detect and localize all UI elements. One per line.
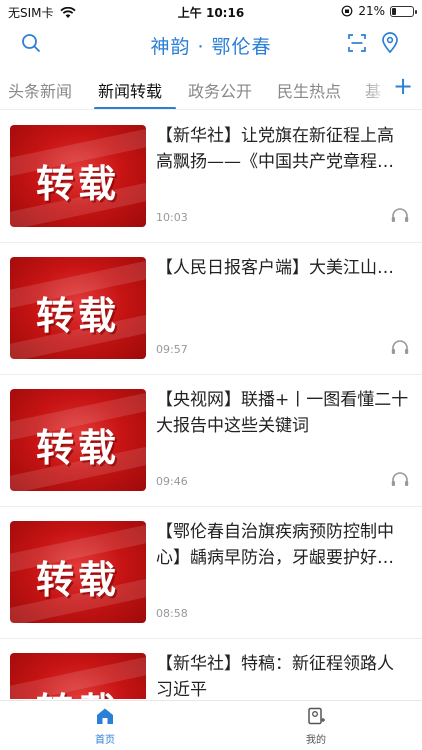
news-headline: 【央视网】联播+丨一图看懂二十大报告中这些关键词 (156, 390, 409, 436)
news-time: 08:58 (156, 607, 188, 620)
news-item[interactable]: 转载 【新华社】让党旗在新征程上高高飘扬——《中国共产党章程… 10:03 (0, 111, 422, 243)
news-item[interactable]: 转载 【鄂伦春自治旗疾病预防控制中心】龋病早防治，牙龈要护好… 08:58 (0, 507, 422, 639)
headphones-icon[interactable] (390, 207, 410, 223)
category-tabs: 头条新闻 新闻转载 政务公开 民生热点 基 + (0, 68, 422, 110)
headphones-icon[interactable] (390, 339, 410, 355)
scan-icon (348, 34, 366, 52)
location-button[interactable] (377, 30, 403, 56)
nav-home[interactable]: 首页 (75, 707, 135, 746)
app-header: 神韵 · 鄂伦春 (0, 22, 422, 66)
tab-livelihood-hotspots[interactable]: 民生热点 (277, 78, 341, 102)
news-thumbnail: 转载 (10, 653, 146, 699)
news-thumbnail: 转载 (10, 257, 146, 359)
nav-mine-label: 我的 (306, 735, 326, 746)
news-headline: 【人民日报客户端】大美江山… (156, 258, 394, 278)
news-time: 09:57 (156, 343, 188, 356)
news-item[interactable]: 转载 【新华社】特稿：新征程领路人习近平 (0, 639, 422, 699)
news-time: 09:46 (156, 475, 188, 488)
news-headline: 【鄂伦春自治旗疾病预防控制中心】龋病早防治，牙龈要护好… (156, 522, 394, 568)
tab-fade (360, 68, 390, 108)
thumbnail-text: 转载 (35, 294, 120, 338)
news-item[interactable]: 转载 【人民日报客户端】大美江山… 09:57 (0, 243, 422, 375)
thumbnail-text: 转载 (10, 681, 146, 699)
nav-home-label: 首页 (95, 735, 115, 746)
news-thumbnail: 转载 (10, 389, 146, 491)
thumbnail-text: 转载 (35, 162, 120, 206)
home-icon (97, 708, 113, 724)
news-thumbnail: 转载 (10, 125, 146, 227)
scan-button[interactable] (344, 30, 370, 56)
tab-headline-news[interactable]: 头条新闻 (8, 78, 72, 102)
news-headline: 【新华社】特稿：新征程领路人习近平 (156, 654, 394, 699)
location-pin-icon (382, 32, 398, 54)
add-tab-button[interactable]: + (390, 72, 416, 102)
status-bar: 无SIM卡 上午 10:16 21% (0, 0, 422, 22)
news-time: 10:03 (156, 211, 188, 224)
battery-percent: 21% (358, 4, 385, 18)
battery-icon (390, 5, 417, 17)
thumbnail-text: 转载 (35, 558, 120, 602)
news-list: 转载 【新华社】让党旗在新征程上高高飘扬——《中国共产党章程… 10:03 转载… (0, 111, 422, 699)
nav-mine[interactable]: 我的 (286, 707, 346, 746)
orientation-lock-icon (341, 5, 353, 17)
thumbnail-text: 转载 (35, 426, 120, 470)
news-headline: 【新华社】让党旗在新征程上高高飘扬——《中国共产党章程… (156, 126, 394, 172)
news-item[interactable]: 转载 【央视网】联播+丨一图看懂二十大报告中这些关键词 09:46 (0, 375, 422, 507)
headphones-icon[interactable] (390, 471, 410, 487)
bottom-nav: 首页 我的 (0, 700, 422, 750)
news-thumbnail: 转载 (10, 521, 146, 623)
active-tab-indicator (94, 107, 176, 109)
tab-government-affairs[interactable]: 政务公开 (188, 78, 252, 102)
tab-reposted-news[interactable]: 新闻转载 (98, 78, 162, 102)
status-right: 21% (341, 4, 417, 18)
profile-icon (308, 707, 325, 725)
